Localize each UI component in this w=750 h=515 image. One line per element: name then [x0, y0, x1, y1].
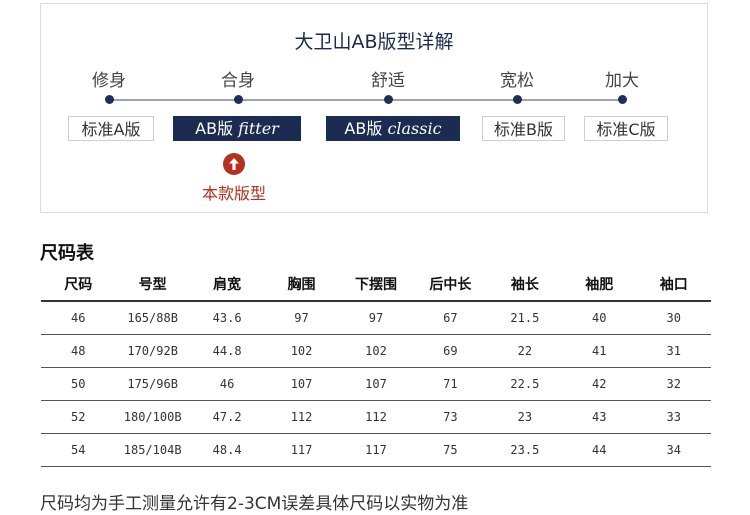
table-row: 48 170/92B 44.8 102 102 69 22 41 31 [41, 334, 711, 368]
up-arrow-circle-icon [223, 153, 245, 175]
table-cell: 73 [413, 400, 488, 434]
fit-box-ab-fitter: AB版 fitter [173, 116, 301, 141]
table-cell: 75 [413, 433, 488, 467]
table-cell: 40 [562, 301, 637, 335]
column-header: 尺码 [41, 268, 116, 302]
table-cell: 22.5 [487, 367, 563, 401]
table-row: 52 180/100B 47.2 112 112 73 23 43 33 [41, 400, 711, 434]
table-cell: 97 [338, 301, 414, 335]
table-cell: 97 [264, 301, 339, 335]
table-cell: 107 [338, 367, 414, 401]
table-row: 54 185/104B 48.4 117 117 75 23.5 44 34 [41, 433, 711, 467]
fit-point-dot [513, 95, 522, 104]
fit-box-standard-a: 标准A版 [68, 116, 154, 141]
column-header: 后中长 [413, 268, 488, 302]
column-header: 肩宽 [189, 268, 265, 302]
table-cell: 67 [413, 301, 488, 335]
table-cell: 46 [189, 367, 265, 401]
table-cell: 44.8 [189, 334, 265, 368]
table-cell: 23 [487, 400, 563, 434]
table-cell: 102 [264, 334, 339, 368]
table-cell: 46 [41, 301, 116, 335]
table-cell: 52 [41, 400, 116, 434]
column-header: 袖肥 [562, 268, 637, 302]
size-disclaimer: 尺码均为手工测量允许有2-3CM误差具体尺码以实物为准 [40, 494, 469, 514]
table-cell: 165/88B [115, 301, 190, 335]
fit-point-label-regular: 合身 [221, 71, 255, 91]
table-row: 50 175/96B 46 107 107 71 22.5 42 32 [41, 367, 711, 401]
table-cell: 30 [636, 301, 711, 335]
table-cell: 21.5 [487, 301, 563, 335]
table-cell: 43 [562, 400, 637, 434]
table-row: 46 165/88B 43.6 97 97 67 21.5 40 30 [41, 301, 711, 335]
fit-point-dot [618, 95, 627, 104]
fit-scale-line [109, 99, 622, 101]
table-cell: 71 [413, 367, 488, 401]
table-cell: 69 [413, 334, 488, 368]
table-cell: 175/96B [115, 367, 190, 401]
fit-box-italic: classic [387, 119, 442, 138]
table-cell: 170/92B [115, 334, 190, 368]
table-cell: 43.6 [189, 301, 265, 335]
column-header: 袖口 [636, 268, 711, 302]
table-cell: 112 [338, 400, 414, 434]
table-cell: 54 [41, 433, 116, 467]
table-cell: 33 [636, 400, 711, 434]
fit-point-label-loose: 宽松 [500, 71, 534, 91]
table-cell: 50 [41, 367, 116, 401]
fit-box-text: 标准A版 [81, 120, 141, 139]
fit-box-italic: fitter [238, 119, 279, 138]
table-cell: 31 [636, 334, 711, 368]
table-cell: 22 [487, 334, 563, 368]
table-cell: 117 [264, 433, 339, 467]
table-cell: 48.4 [189, 433, 265, 467]
fit-box-text: 标准C版 [596, 120, 656, 139]
table-cell: 112 [264, 400, 339, 434]
fit-box-ab-classic: AB版 classic [326, 116, 460, 141]
fit-box-text: 标准B版 [494, 120, 553, 139]
column-header: 袖长 [487, 268, 563, 302]
table-cell: 32 [636, 367, 711, 401]
table-cell: 41 [562, 334, 637, 368]
table-cell: 23.5 [487, 433, 563, 467]
table-cell: 42 [562, 367, 637, 401]
column-header: 号型 [115, 268, 190, 302]
table-cell: 47.2 [189, 400, 265, 434]
table-cell: 44 [562, 433, 637, 467]
table-cell: 117 [338, 433, 414, 467]
fit-point-dot [234, 95, 243, 104]
fit-point-label-slim: 修身 [92, 71, 126, 91]
fit-box-standard-b: 标准B版 [482, 116, 565, 141]
fit-box-text: AB版 [195, 119, 239, 138]
table-cell: 48 [41, 334, 116, 368]
table-cell: 180/100B [115, 400, 190, 434]
fit-point-dot [384, 95, 393, 104]
fit-guide-panel: 大卫山AB版型详解 修身 合身 舒适 宽松 加大 标准A版 AB版 fitter… [40, 3, 708, 213]
fit-point-dot [105, 95, 114, 104]
column-header: 下摆围 [338, 268, 414, 302]
table-cell: 102 [338, 334, 414, 368]
size-table: 尺码 号型 肩宽 胸围 下摆围 后中长 袖长 袖肥 袖口 46 165/88B … [41, 268, 711, 467]
table-cell: 107 [264, 367, 339, 401]
fit-point-label-comfort: 舒适 [371, 71, 405, 91]
size-table-title: 尺码表 [40, 243, 94, 264]
fit-point-label-plus: 加大 [605, 71, 639, 91]
fit-box-standard-c: 标准C版 [584, 116, 668, 141]
current-fit-label: 本款版型 [201, 184, 266, 203]
table-cell: 34 [636, 433, 711, 467]
table-header-row: 尺码 号型 肩宽 胸围 下摆围 后中长 袖长 袖肥 袖口 [41, 268, 711, 302]
column-header: 胸围 [264, 268, 339, 302]
fit-box-text: AB版 [344, 119, 388, 138]
table-cell: 185/104B [115, 433, 190, 467]
fit-guide-title: 大卫山AB版型详解 [294, 31, 454, 53]
